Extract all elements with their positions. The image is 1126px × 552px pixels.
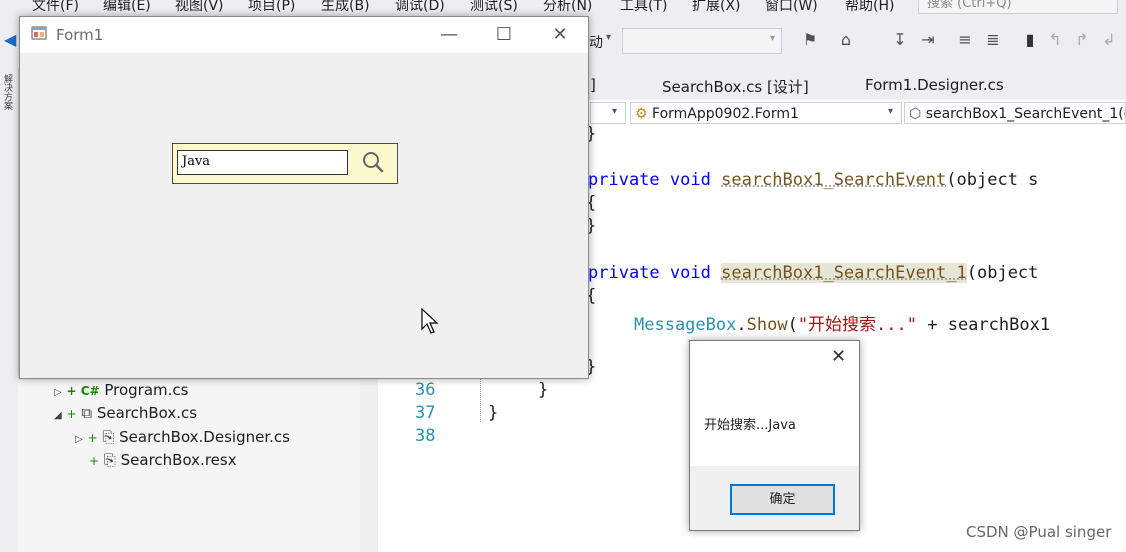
keyword: void	[669, 170, 711, 190]
method-name-highlighted: searchBox1_SearchEvent_1	[721, 263, 967, 283]
expand-icon[interactable]: ▷	[54, 387, 62, 398]
start-button-label[interactable]: 动	[589, 32, 603, 52]
expand-icon[interactable]: ▷	[75, 434, 83, 445]
method-icon: ⬡	[909, 106, 922, 122]
menu-project[interactable]: 项目(P)	[248, 0, 295, 15]
class-name: MessageBox	[634, 315, 737, 335]
step-icon[interactable]: ↧	[890, 30, 910, 50]
solution-item-label: Program.cs	[104, 381, 189, 399]
prev-bookmark-icon[interactable]: ↰	[1045, 30, 1065, 50]
collapse-icon[interactable]: ◢	[54, 410, 62, 421]
method-name: Show	[746, 315, 788, 335]
code-line-method2: private void searchBox1_SearchEvent_1(ob…	[588, 263, 1038, 283]
form1-title: Form1	[56, 26, 104, 44]
keyword: private	[588, 170, 660, 190]
line-number: 37	[415, 403, 436, 423]
code-text: + searchBox1	[917, 315, 1051, 335]
form1-window	[19, 16, 589, 379]
close-icon[interactable]: ✕	[831, 346, 846, 367]
clear-bookmarks-icon[interactable]: ↲	[1099, 30, 1119, 50]
form-app-icon	[31, 25, 47, 40]
bookmark-icon[interactable]: ▮	[1020, 30, 1040, 50]
indent-icon[interactable]: ⇥	[918, 30, 938, 50]
code-text: (object s	[946, 170, 1039, 190]
code-line-method1: private void searchBox1_SearchEvent(obje…	[588, 170, 1038, 190]
comment-icon[interactable]: ≡	[955, 30, 975, 50]
solution-item-searchbox[interactable]: ◢ + ⧉ SearchBox.cs	[54, 404, 197, 422]
uncomment-icon[interactable]: ≣	[983, 30, 1003, 50]
search-icon[interactable]	[361, 150, 385, 178]
message-text: 开始搜索...Java	[704, 418, 796, 433]
menu-build[interactable]: 生成(B)	[321, 0, 370, 15]
mouse-cursor-icon	[420, 307, 440, 339]
menu-extensions[interactable]: 扩展(X)	[692, 0, 741, 15]
watermark: CSDN @Pual singer	[966, 523, 1112, 541]
menu-analyze[interactable]: 分析(N)	[543, 0, 592, 15]
code-line-37: }	[488, 403, 499, 423]
home-icon[interactable]: ⌂	[836, 30, 856, 50]
project-combo[interactable]	[590, 102, 626, 124]
csharp-file-icon: + C#	[66, 384, 100, 398]
menu-tools[interactable]: 工具(T)	[620, 0, 667, 15]
keyword: void	[669, 263, 711, 283]
menu-help[interactable]: 帮助(H)	[845, 0, 894, 15]
next-bookmark-icon[interactable]: ↱	[1072, 30, 1092, 50]
chevron-down-icon: ▾	[612, 106, 618, 117]
file-icon: ⎘	[102, 428, 115, 446]
maximize-button[interactable]: ☐	[492, 24, 516, 45]
file-icon: ⎘	[103, 451, 116, 469]
class-combo-label: FormApp0902.Form1	[652, 106, 799, 122]
left-tool-strip: 解决方案	[0, 68, 19, 552]
close-button[interactable]: ✕	[548, 24, 572, 45]
add-icon: +	[89, 454, 100, 468]
start-dropdown-icon[interactable]: ▾	[606, 32, 611, 43]
menu-edit[interactable]: 编辑(E)	[103, 0, 151, 15]
code-line-36: }	[538, 380, 549, 400]
tab-partial[interactable]: ]	[590, 76, 596, 94]
solution-explorer-side-tab[interactable]: 解决方案	[1, 74, 14, 110]
back-nav-icon[interactable]: ◀	[4, 30, 16, 49]
chevron-down-icon: ▾	[888, 106, 894, 117]
method-name: searchBox1_SearchEvent	[721, 170, 947, 190]
solution-item-program[interactable]: ▷ + C# Program.cs	[54, 381, 188, 399]
solution-item-resx[interactable]: + ⎘ SearchBox.resx	[89, 451, 237, 469]
line-number: 38	[415, 426, 436, 446]
solution-item-label: SearchBox.resx	[120, 451, 237, 469]
chevron-down-icon: ▾	[770, 33, 776, 44]
menu-debug[interactable]: 调试(D)	[395, 0, 445, 15]
menu-file[interactable]: 文件(F)	[32, 0, 79, 15]
minimize-button[interactable]: —	[437, 24, 461, 45]
search-input[interactable]: 搜索 (Ctrl+Q)	[918, 0, 1118, 14]
searchbox-text-input[interactable]: Java	[177, 150, 348, 175]
add-icon: +	[66, 407, 77, 421]
component-icon: ⧉	[81, 404, 93, 422]
tab-searchbox-design[interactable]: SearchBox.cs [设计]	[662, 76, 809, 97]
solution-item-designer[interactable]: ▷ + ⎘ SearchBox.Designer.cs	[75, 428, 290, 446]
ok-button[interactable]: 确定	[730, 484, 835, 515]
keyword: private	[588, 263, 660, 283]
solution-item-label: SearchBox.cs	[96, 404, 198, 422]
code-line-messagebox: MessageBox.Show("开始搜索..." + searchBox1	[634, 315, 1051, 335]
tab-form1-designer[interactable]: Form1.Designer.cs	[865, 76, 1004, 94]
string-literal: "开始搜索..."	[797, 315, 917, 335]
class-icon: ⚙	[635, 106, 648, 122]
menu-window[interactable]: 窗口(W)	[765, 0, 818, 15]
line-number: 36	[415, 380, 436, 400]
flag-icon[interactable]: ⚑	[800, 30, 820, 50]
add-icon: +	[87, 431, 98, 445]
member-combo[interactable]: ⬡ searchBox1_SearchEvent_1(o	[904, 102, 1126, 124]
config-combo[interactable]	[622, 28, 782, 54]
member-combo-label: searchBox1_SearchEvent_1(o	[925, 106, 1126, 122]
menu-test[interactable]: 测试(S)	[470, 0, 518, 15]
code-text: (object	[966, 263, 1039, 283]
menu-view[interactable]: 视图(V)	[175, 0, 224, 15]
class-combo[interactable]: ⚙ FormApp0902.Form1	[630, 102, 902, 124]
solution-item-label: SearchBox.Designer.cs	[119, 428, 290, 446]
